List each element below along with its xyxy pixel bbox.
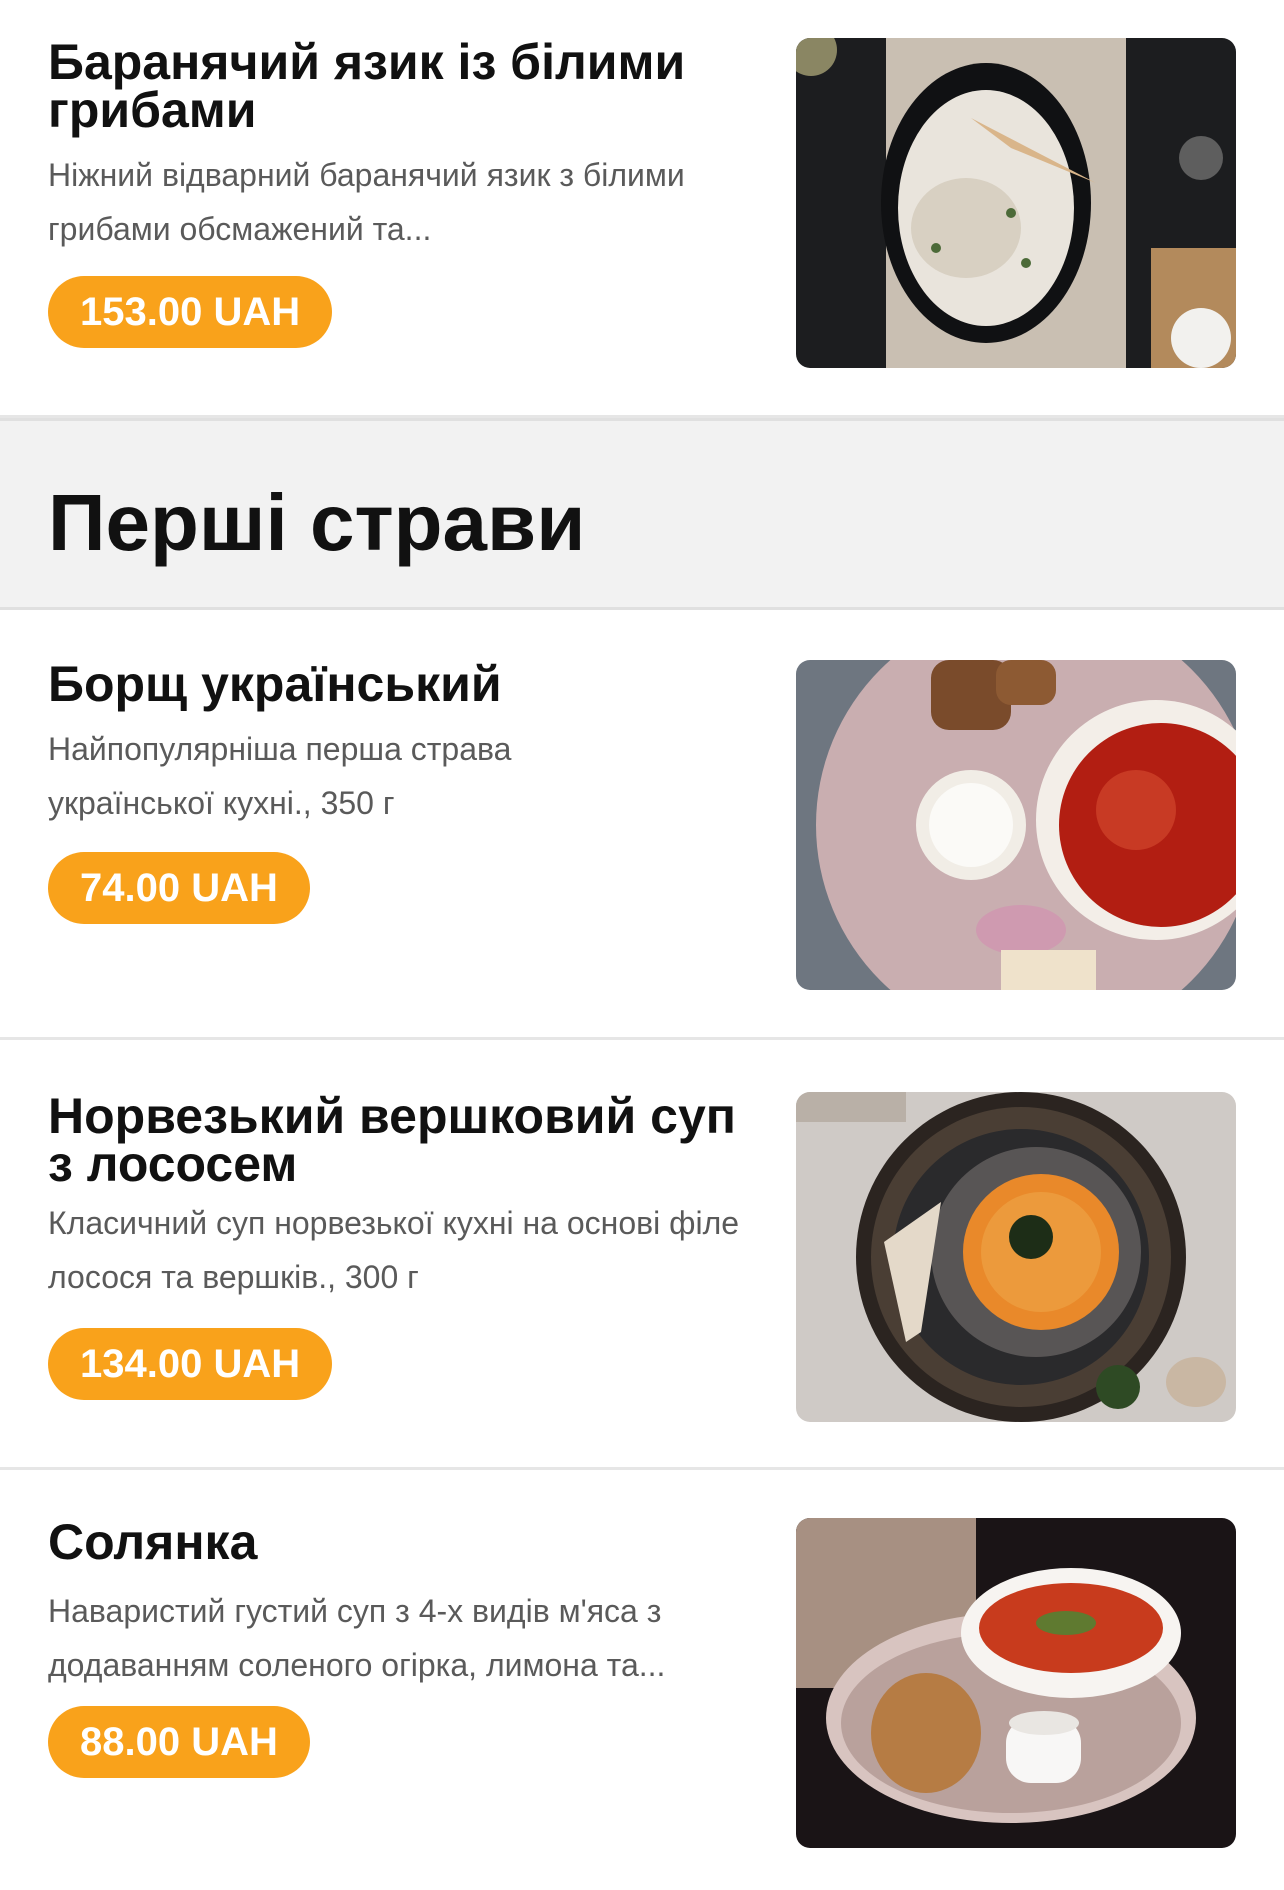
menu-item-description: Наваристий густий суп з 4-х видів м'яса …: [48, 1593, 666, 1683]
price-button[interactable]: 134.00 UAH: [48, 1328, 333, 1400]
price-button[interactable]: 88.00 UAH: [48, 1706, 310, 1778]
menu-page: Баранячий язик із білими грибами Ніжний …: [0, 0, 1284, 1890]
menu-item[interactable]: Баранячий язик із білими грибами Ніжний …: [0, 0, 1284, 418]
menu-item-title: Солянка: [48, 1514, 258, 1570]
menu-item[interactable]: Борщ український Найпопулярніша перша ст…: [0, 610, 1284, 1040]
menu-item-description: Ніжний відварний баранячий язик з білими…: [48, 157, 685, 247]
solyanka-photo-image: [796, 1518, 1236, 1848]
menu-item-description: Найпопулярніша перша страва української …: [48, 731, 512, 821]
price-button[interactable]: 153.00 UAH: [48, 276, 333, 348]
section-title: Перші страви: [48, 478, 586, 567]
dish-photo[interactable]: [796, 38, 1236, 368]
menu-item-description: Класичний суп норвезької кухні на основі…: [48, 1205, 740, 1295]
lamb-tongue-photo-image: [796, 38, 1236, 368]
section-header: Перші страви: [0, 418, 1284, 610]
dish-photo[interactable]: [796, 1092, 1236, 1422]
salmon-soup-photo-image: [796, 1092, 1236, 1422]
menu-item-title: Норвезький вершковий суп з лососем: [48, 1088, 736, 1192]
borscht-photo-image: [796, 660, 1236, 990]
price-button[interactable]: 74.00 UAH: [48, 852, 310, 924]
menu-item[interactable]: Норвезький вершковий суп з лососем Класи…: [0, 1040, 1284, 1470]
menu-item[interactable]: Солянка Наваристий густий суп з 4-х виді…: [0, 1470, 1284, 1890]
menu-item-title: Баранячий язик із білими грибами: [48, 34, 686, 138]
dish-photo[interactable]: [796, 1518, 1236, 1848]
menu-item-title: Борщ український: [48, 656, 502, 712]
dish-photo[interactable]: [796, 660, 1236, 990]
